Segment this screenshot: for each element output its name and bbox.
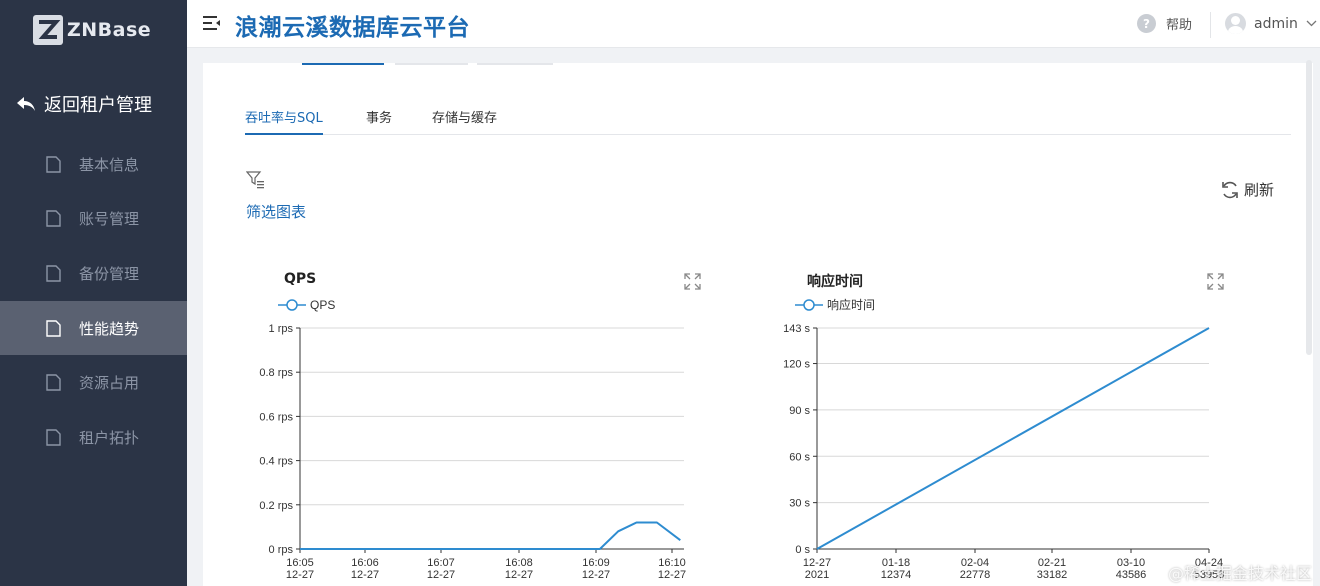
expand-icon[interactable]	[684, 273, 701, 290]
response-time-chart-title: 响应时间	[807, 274, 863, 290]
help-icon: ?	[1137, 14, 1156, 33]
y-tick-label: 0.6 rps	[259, 411, 293, 423]
x-tick-label: 12-27	[286, 569, 314, 581]
upper-tab-stub	[395, 63, 468, 65]
sidebar-item-label: 基本信息	[79, 155, 140, 174]
x-tick-label: 16:05	[286, 557, 314, 569]
sidebar-item-basic-info[interactable]: 基本信息	[0, 137, 187, 192]
x-tick-label: 16:06	[351, 557, 379, 569]
x-tick-label: 12-27	[427, 569, 455, 581]
y-tick-label: 0 rps	[269, 544, 294, 556]
sidebar-item-accounts[interactable]: 账号管理	[0, 192, 187, 247]
sidebar-item-label: 备份管理	[79, 264, 140, 283]
document-icon	[46, 429, 61, 446]
sidebar-item-backup[interactable]: 备份管理	[0, 246, 187, 301]
back-to-tenant-management[interactable]: 返回租户管理	[0, 82, 187, 126]
x-tick-label: 02-21	[1038, 557, 1066, 569]
document-icon	[46, 265, 61, 282]
sidebar-item-label: 账号管理	[79, 210, 140, 229]
x-tick-label: 22778	[960, 569, 991, 581]
y-tick-label: 1 rps	[269, 323, 294, 335]
back-label: 返回租户管理	[44, 95, 152, 116]
refresh-label: 刷新	[1244, 181, 1275, 199]
x-tick-label: 03-10	[1117, 557, 1145, 569]
document-icon	[46, 319, 61, 337]
y-tick-label: 30 s	[789, 498, 810, 510]
scrollbar[interactable]	[1306, 60, 1312, 355]
chevron-down-icon	[1306, 20, 1317, 27]
user-menu[interactable]: admin	[1225, 13, 1317, 34]
refresh-button[interactable]: 刷新	[1220, 179, 1274, 200]
y-tick-label: 90 s	[789, 405, 810, 417]
app-title: 浪潮云溪数据库云平台	[235, 15, 470, 41]
x-tick-label: 02-04	[961, 557, 989, 569]
top-header: 浪潮云溪数据库云平台 ? 帮助 admin	[187, 0, 1320, 48]
x-tick-label: 43586	[1116, 569, 1147, 581]
tab-storage-cache[interactable]: 存储与缓存	[432, 107, 497, 135]
user-name: admin	[1254, 15, 1298, 32]
metric-tabs: 吞吐率与SQL 事务 存储与缓存	[245, 99, 1291, 135]
legend-marker	[803, 299, 815, 311]
watermark: @稀土掘金技术社区	[1167, 564, 1312, 583]
filter-charts-link[interactable]: 筛选图表	[246, 201, 306, 222]
response-time-chart: 响应时间 0 s 30 s 60 s 90 s 120 s 143 s 12-272021 01…	[783, 297, 1224, 581]
legend-label: 响应时间	[827, 297, 875, 312]
filter-icon[interactable]	[246, 170, 265, 189]
x-tick-label: 33182	[1037, 569, 1068, 581]
y-tick-label: 0.8 rps	[259, 367, 293, 379]
help-label: 帮助	[1166, 18, 1193, 33]
y-tick-label: 0 s	[795, 544, 810, 556]
x-tick-label: 16:08	[505, 557, 533, 569]
main-card: 吞吐率与SQL 事务 存储与缓存 筛选图表 刷新 QPS QPS 0 rps 0.2…	[203, 63, 1313, 586]
x-tick-label: 01-18	[882, 557, 910, 569]
expand-icon[interactable]	[1207, 273, 1224, 290]
sidebar-nav: 基本信息 账号管理 备份管理 性能趋势 资源占用 租户拓扑	[0, 137, 187, 465]
sidebar-item-topology[interactable]: 租户拓扑	[0, 410, 187, 465]
x-tick-label: 16:07	[427, 557, 455, 569]
tab-transactions[interactable]: 事务	[366, 107, 392, 135]
sidebar-item-performance[interactable]: 性能趋势	[0, 300, 187, 356]
y-tick-label: 0.4 rps	[259, 456, 293, 468]
logo-text: ZNBase	[67, 19, 152, 41]
menu-fold-icon[interactable]	[203, 15, 221, 31]
y-tick-label: 0.2 rps	[259, 500, 293, 512]
legend-label: QPS	[310, 298, 335, 312]
x-tick-label: 12-27	[505, 569, 533, 581]
legend-marker	[286, 299, 298, 311]
document-icon	[46, 156, 61, 173]
refresh-icon	[1222, 181, 1238, 198]
avatar	[1225, 13, 1246, 34]
sidebar-item-label: 资源占用	[79, 374, 140, 393]
document-icon	[46, 374, 61, 391]
y-tick-label: 143 s	[783, 323, 810, 335]
qps-chart-title: QPS	[284, 271, 317, 287]
x-tick-label: 16:10	[658, 557, 686, 569]
x-tick-label: 16:09	[582, 557, 610, 569]
sidebar-item-resources[interactable]: 资源占用	[0, 355, 187, 410]
document-icon	[46, 210, 61, 228]
x-tick-label: 12-27	[658, 569, 686, 581]
x-tick-label: 12-27	[803, 557, 831, 569]
header-divider	[1210, 12, 1211, 38]
return-arrow-icon	[17, 97, 35, 111]
sidebar-item-label: 性能趋势	[79, 319, 140, 338]
sidebar-item-label: 租户拓扑	[79, 428, 140, 447]
y-tick-label: 120 s	[783, 359, 810, 371]
sidebar: ZNBase 返回租户管理 基本信息 账号管理 备份管理 性能趋势 资源占用 租…	[0, 0, 187, 586]
x-tick-label: 2021	[805, 569, 829, 581]
help-button[interactable]: ? 帮助	[1137, 14, 1192, 33]
tab-throughput-sql[interactable]: 吞吐率与SQL	[245, 107, 323, 135]
znbase-logo-icon	[33, 15, 63, 45]
x-tick-label: 12374	[881, 569, 912, 581]
qps-chart: QPS 0 rps 0.2 rps 0.4 rps 0.6 rps 0.8 rps 1 rp…	[259, 298, 686, 581]
x-tick-label: 12-27	[351, 569, 379, 581]
upper-tab-indicator	[302, 63, 384, 65]
series-line	[300, 521, 681, 550]
logo[interactable]: ZNBase	[33, 15, 151, 45]
y-tick-label: 60 s	[789, 451, 810, 463]
upper-tab-stub	[477, 63, 553, 65]
x-tick-label: 12-27	[582, 569, 610, 581]
series-line	[816, 327, 1210, 550]
